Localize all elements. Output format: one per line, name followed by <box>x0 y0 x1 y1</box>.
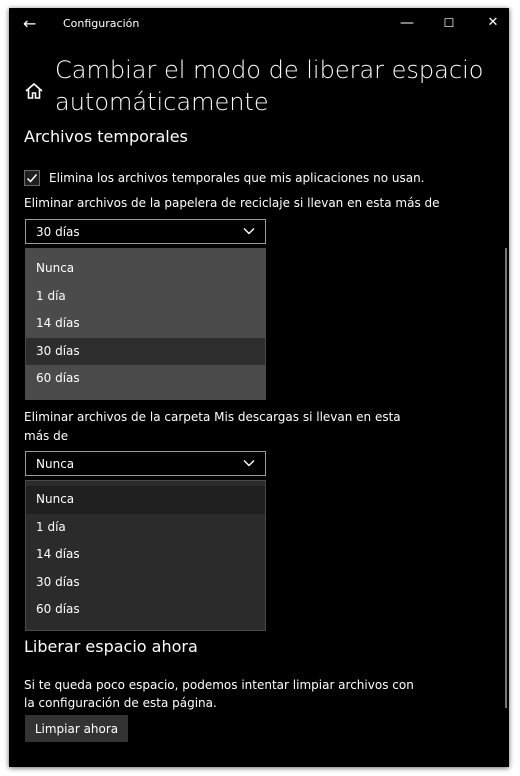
vertical-scrollbar[interactable] <box>505 248 507 708</box>
home-icon[interactable] <box>24 81 44 101</box>
downloads-value: Nunca <box>36 457 75 471</box>
delete-temp-files-checkbox[interactable] <box>24 170 40 186</box>
free-space-description: Si te queda poco espacio, podemos intent… <box>24 678 414 710</box>
chevron-down-icon <box>243 228 255 235</box>
close-button[interactable]: ✕ <box>471 8 509 40</box>
section-heading-free-space-now: Liberar espacio ahora <box>24 637 198 656</box>
page-title: Cambiar el modo de liberar espacio autom… <box>55 56 484 116</box>
downloads-option-60-dias[interactable]: 60 días <box>26 596 265 624</box>
recycle-bin-label: Eliminar archivos de la papelera de reci… <box>24 196 440 210</box>
downloads-combobox[interactable]: Nunca <box>25 451 266 476</box>
maximize-button[interactable]: ☐ <box>427 8 471 40</box>
downloads-label: Eliminar archivos de la carpeta Mis desc… <box>24 410 401 443</box>
chevron-down-icon <box>243 460 255 467</box>
recycle-bin-option-14-dias[interactable]: 14 días <box>26 310 265 338</box>
recycle-bin-option-30-dias[interactable]: 30 días <box>26 337 265 365</box>
downloads-option-30-dias[interactable]: 30 días <box>26 569 265 597</box>
recycle-bin-value: 30 días <box>36 225 80 239</box>
downloads-option-1-dia[interactable]: 1 día <box>26 514 265 542</box>
recycle-bin-dropdown-list: Nunca 1 día 14 días 30 días 60 días <box>25 248 266 400</box>
clean-now-button[interactable]: Limpiar ahora <box>25 715 128 742</box>
checkmark-icon <box>26 174 38 183</box>
delete-temp-files-label: Elimina los archivos temporales que mis … <box>49 171 425 185</box>
recycle-bin-combobox[interactable]: 30 días <box>25 219 266 244</box>
recycle-bin-option-nunca[interactable]: Nunca <box>26 255 265 283</box>
downloads-option-14-dias[interactable]: 14 días <box>26 541 265 569</box>
downloads-dropdown-list: Nunca 1 día 14 días 30 días 60 días <box>25 480 266 631</box>
arrow-left-icon[interactable]: ← <box>23 14 36 33</box>
settings-window: ← Configuración — ☐ ✕ Cambiar el modo de… <box>9 8 509 767</box>
recycle-bin-option-1-dia[interactable]: 1 día <box>26 283 265 311</box>
minimize-button[interactable]: — <box>385 8 429 40</box>
title-bar: ← Configuración — ☐ ✕ <box>9 8 509 40</box>
downloads-option-nunca[interactable]: Nunca <box>26 486 265 514</box>
recycle-bin-option-60-dias[interactable]: 60 días <box>26 365 265 393</box>
window-title: Configuración <box>63 17 140 30</box>
section-heading-temporary-files: Archivos temporales <box>24 127 188 146</box>
